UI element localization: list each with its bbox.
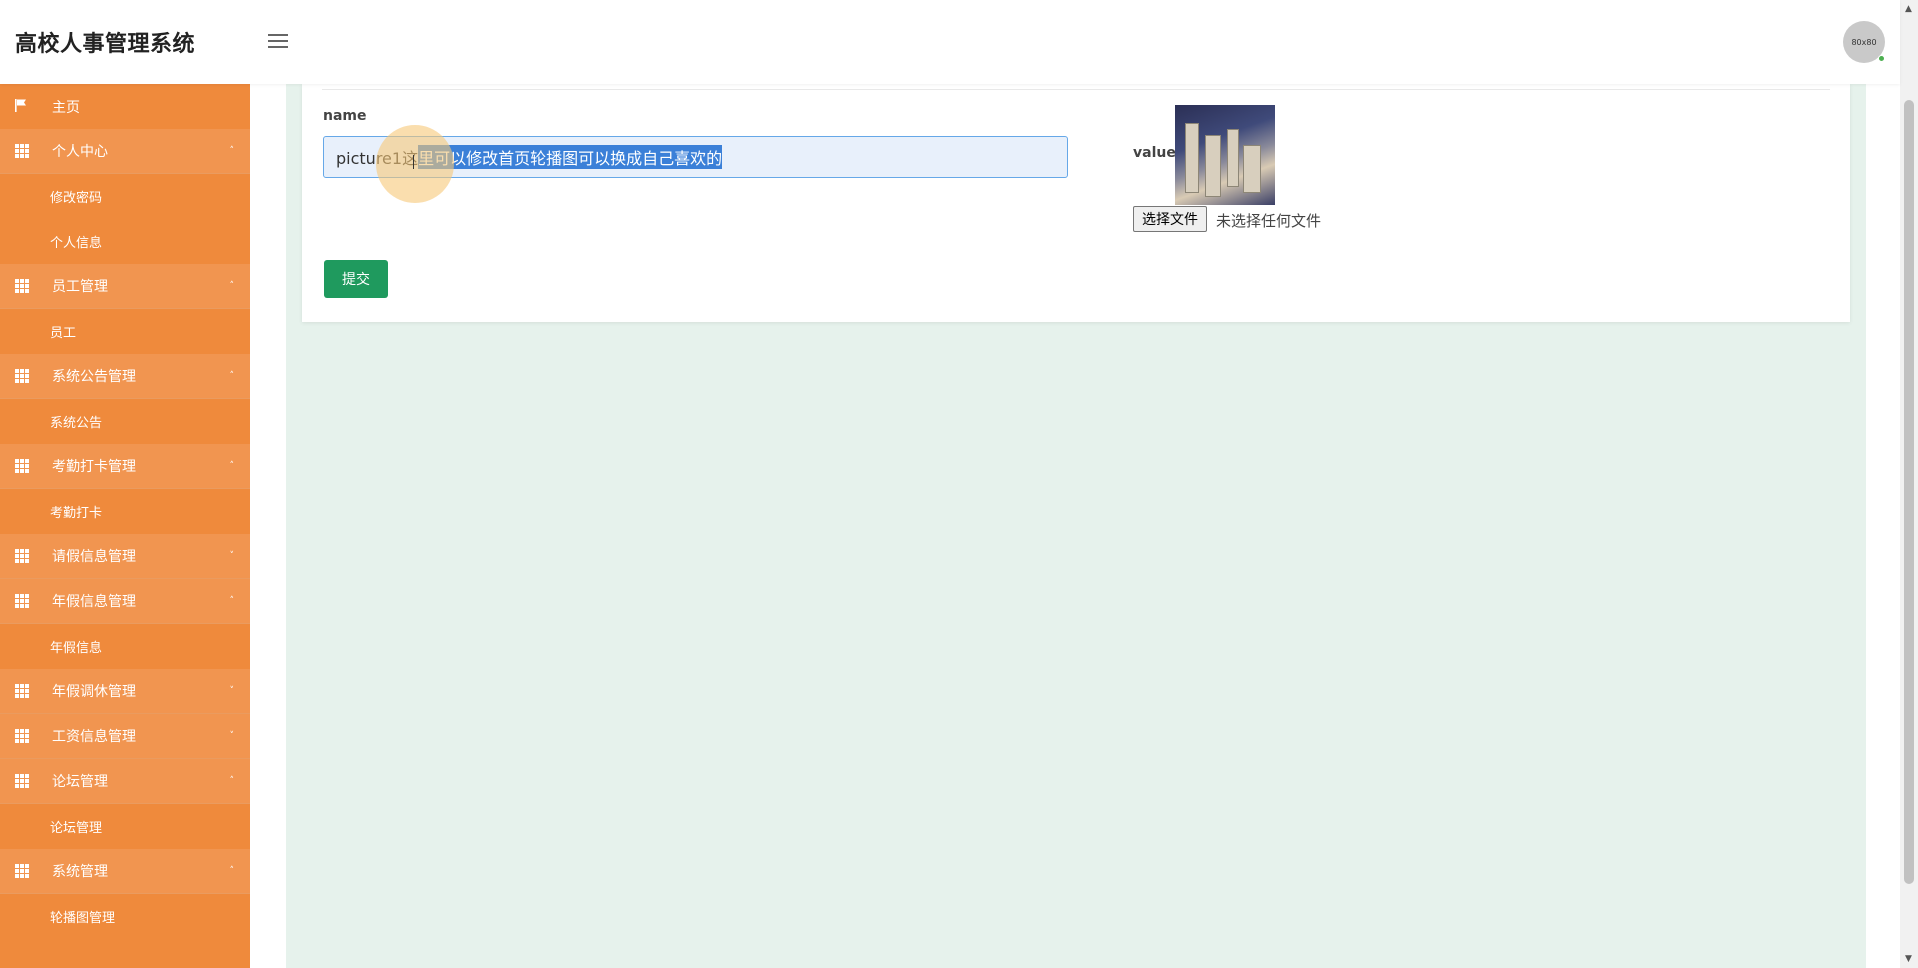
sidebar-item-label: 个人中心	[52, 144, 108, 160]
app-title: 高校人事管理系统	[15, 32, 196, 57]
chevron-down-icon: ˅	[229, 731, 235, 741]
sidebar-group[interactable]: 个人中心 ˄	[0, 129, 250, 174]
sidebar-group[interactable]: 员工管理 ˄	[0, 264, 250, 309]
chevron-up-icon: ˄	[229, 776, 235, 786]
sidebar-item-home[interactable]: 主页	[0, 84, 250, 129]
grid-icon	[15, 549, 29, 563]
text-cursor-icon	[413, 155, 415, 169]
scroll-thumb[interactable]	[1904, 100, 1914, 884]
submit-button[interactable]: 提交	[324, 260, 388, 298]
sidebar-group[interactable]: 论坛管理 ˄	[0, 759, 250, 804]
sidebar-group[interactable]: 系统公告管理 ˄	[0, 354, 250, 399]
file-status-text: 未选择任何文件	[1216, 212, 1322, 230]
grid-icon	[15, 594, 29, 608]
sidebar: 主页个人中心 ˄ 修改密码个人信息员工管理 ˄ 员工系统公告管理 ˄ 系统公告考勤打卡管理 ˄…	[0, 84, 250, 968]
sidebar-item-label: 个人信息	[50, 236, 103, 251]
scroll-up-arrow-icon[interactable]: ▲	[1905, 4, 1912, 14]
sidebar-item-label: 工资信息管理	[52, 729, 136, 745]
sidebar-group[interactable]: 请假信息管理 ˅	[0, 534, 250, 579]
chevron-up-icon: ˄	[229, 146, 235, 156]
sidebar-item-label: 系统公告	[50, 416, 103, 431]
avatar-placeholder-text: 80x80	[1851, 37, 1877, 47]
chevron-up-icon: ˄	[229, 866, 235, 876]
grid-icon	[15, 459, 29, 473]
grid-icon	[15, 774, 29, 788]
chevron-up-icon: ˄	[229, 596, 235, 606]
main-content: name picture1这 里可以修改首页轮播图可以换成自己喜欢的 value …	[250, 84, 1900, 968]
chevron-up-icon: ˄	[229, 461, 235, 471]
sidebar-item-label: 考勤打卡管理	[52, 459, 136, 475]
menu-toggle-icon[interactable]	[268, 34, 288, 50]
sidebar-subitem[interactable]: 个人信息	[0, 219, 250, 264]
grid-icon	[15, 684, 29, 698]
sidebar-item-label: 年假信息管理	[52, 594, 136, 610]
name-input-text: picture1这	[336, 149, 419, 168]
chevron-up-icon: ˄	[229, 281, 235, 291]
choose-file-button[interactable]: 选择文件	[1133, 206, 1207, 232]
grid-icon	[15, 729, 29, 743]
sidebar-item-label: 员工	[50, 326, 77, 341]
sidebar-group[interactable]: 年假调休管理 ˅	[0, 669, 250, 714]
sidebar-item-label: 论坛管理	[52, 774, 108, 790]
sidebar-subitem[interactable]: 论坛管理	[0, 804, 250, 849]
sidebar-item-label: 年假调休管理	[52, 684, 136, 700]
sidebar-item-label: 轮播图管理	[50, 911, 116, 926]
sidebar-item-label: 请假信息管理	[52, 549, 136, 565]
grid-icon	[15, 369, 29, 383]
value-label: value	[1133, 145, 1176, 161]
sidebar-subitem[interactable]: 修改密码	[0, 174, 250, 219]
top-header: 高校人事管理系统 80x80	[0, 0, 1900, 84]
online-status-dot	[1878, 55, 1885, 62]
sidebar-group[interactable]: 年假信息管理 ˄	[0, 579, 250, 624]
sidebar-item-label: 论坛管理	[50, 821, 103, 836]
name-label: name	[323, 108, 367, 124]
chevron-down-icon: ˅	[229, 551, 235, 561]
sidebar-subitem[interactable]: 员工	[0, 309, 250, 354]
chevron-up-icon: ˄	[229, 371, 235, 381]
sidebar-group[interactable]: 考勤打卡管理 ˄	[0, 444, 250, 489]
grid-icon	[15, 144, 29, 158]
sidebar-item-label: 年假信息	[50, 641, 103, 656]
sidebar-item-label: 主页	[52, 99, 80, 116]
grid-icon	[15, 279, 29, 293]
sidebar-item-label: 系统公告管理	[52, 369, 136, 385]
vertical-scrollbar[interactable]: ▲ ▼	[1900, 0, 1918, 968]
form-card: name picture1这 里可以修改首页轮播图可以换成自己喜欢的 value …	[302, 84, 1850, 322]
sidebar-subitem[interactable]: 考勤打卡	[0, 489, 250, 534]
chevron-down-icon: ˅	[229, 686, 235, 696]
sidebar-subitem[interactable]: 轮播图管理	[0, 894, 250, 939]
name-input-selected-text: 里可以修改首页轮播图可以换成自己喜欢的	[418, 145, 723, 169]
sidebar-item-label: 员工管理	[52, 279, 108, 295]
flag-icon	[15, 99, 26, 112]
name-input[interactable]: picture1这 里可以修改首页轮播图可以换成自己喜欢的	[323, 136, 1068, 178]
card-divider	[322, 89, 1830, 90]
grid-icon	[15, 864, 29, 878]
sidebar-subitem[interactable]: 系统公告	[0, 399, 250, 444]
image-preview	[1175, 105, 1275, 205]
sidebar-item-label: 考勤打卡	[50, 506, 103, 521]
sidebar-subitem[interactable]: 年假信息	[0, 624, 250, 669]
sidebar-group[interactable]: 系统管理 ˄	[0, 849, 250, 894]
scroll-down-arrow-icon[interactable]: ▼	[1905, 954, 1912, 964]
sidebar-item-label: 修改密码	[50, 191, 103, 206]
avatar[interactable]: 80x80	[1843, 21, 1885, 63]
sidebar-item-label: 系统管理	[52, 864, 108, 880]
sidebar-group[interactable]: 工资信息管理 ˅	[0, 714, 250, 759]
